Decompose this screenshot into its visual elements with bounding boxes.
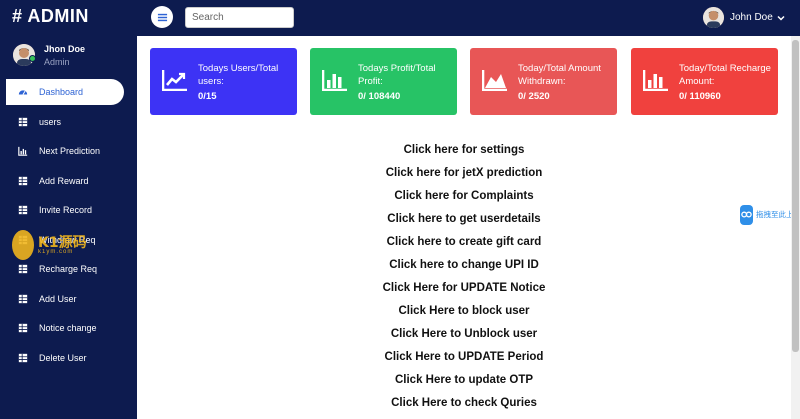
sidebar-item-next-prediction[interactable]: Next Prediction (0, 138, 137, 164)
bar-chart-icon (321, 69, 348, 92)
sidebar-item-label: Add Reward (39, 175, 89, 186)
quick-link[interactable]: Click Here to check Quries (137, 397, 791, 409)
search-input[interactable] (185, 7, 294, 28)
profile-name: Jhon Doe (44, 44, 86, 54)
sidebar-item-label: Delete User (39, 352, 87, 363)
sidebar-item-label: Dashboard (39, 87, 84, 97)
quick-link[interactable]: Click Here to update OTP (137, 374, 791, 386)
table-icon (18, 176, 28, 186)
stat-card-title: Today/Total Recharge Amount: (679, 63, 771, 87)
sidebar-item-delete-user[interactable]: Delete User (0, 345, 137, 371)
table-icon (18, 353, 28, 363)
hamburger-icon (157, 13, 167, 21)
quick-link[interactable]: Click Here to block user (137, 305, 791, 317)
stat-card-title: Todays Users/Total users: (198, 63, 279, 87)
sidebar-item-notice-change[interactable]: Notice change (0, 315, 137, 341)
sidebar-item-label: Invite Record (39, 205, 93, 215)
menu-toggle-button[interactable] (151, 6, 173, 28)
user-menu[interactable]: John Doe (703, 7, 785, 28)
chevron-down-icon (777, 15, 785, 21)
brand-logo[interactable]: # ADMIN (12, 6, 89, 27)
sidebar-item-label: Recharge Req (39, 264, 98, 274)
table-icon (18, 235, 28, 245)
table-icon (18, 205, 28, 215)
sidebar-item-recharge-req[interactable]: Recharge Req (0, 256, 137, 282)
sidebar-item-label: Withdraw Req (39, 234, 96, 245)
stat-card-value: 0/ 108440 (358, 91, 401, 102)
sidebar-item-dashboard[interactable]: Dashboard (6, 79, 124, 105)
stat-card: Today/Total Amount Withdrawn: 0/ 2520 (470, 48, 617, 115)
sidebar: Jhon Doe Admin Dashboard users Next Predic… (0, 36, 137, 419)
sidebar-item-add-user[interactable]: Add User (0, 286, 137, 312)
stat-card-value: 0/ 110960 (679, 91, 721, 102)
table-icon (18, 264, 28, 274)
quick-link[interactable]: Click here for settings (137, 144, 791, 156)
quick-link[interactable]: Click here for Complaints (137, 190, 791, 202)
sidebar-item-label: users (39, 116, 62, 127)
sidebar-item-label: Next Prediction (39, 146, 101, 156)
scrollbar[interactable] (791, 36, 800, 419)
stat-card-title: Todays Profit/Total Profit: (358, 63, 436, 87)
sidebar-item-users[interactable]: users (0, 109, 137, 135)
stat-card-value: 0/15 (198, 91, 217, 102)
cloud-icon (740, 204, 753, 225)
quick-link[interactable]: Click Here to Unblock user (137, 328, 791, 340)
top-bar: # ADMIN John Doe (0, 0, 800, 36)
bar-chart-icon (642, 69, 669, 92)
stat-card-title: Today/Total Amount Withdrawn: (518, 63, 601, 87)
quick-link[interactable]: Click here to get userdetails (137, 213, 791, 225)
stat-card: Todays Users/Total users: 0/15 (150, 48, 297, 115)
user-name: John Doe (730, 12, 773, 23)
line-chart-icon (161, 69, 188, 92)
table-icon (18, 294, 28, 304)
stat-card: Today/Total Recharge Amount: 0/ 110960 (631, 48, 778, 115)
scrollbar-thumb[interactable] (792, 40, 799, 352)
sidebar-item-add-reward[interactable]: Add Reward (0, 168, 137, 194)
profile-role: Admin (44, 57, 70, 67)
dashboard-icon (18, 87, 28, 97)
table-icon (18, 323, 28, 333)
bar-chart-icon (18, 146, 28, 156)
stat-card-value: 0/ 2520 (518, 91, 550, 102)
area-chart-icon (481, 69, 508, 92)
sidebar-item-withdraw-req[interactable]: Withdraw Req (0, 227, 137, 253)
quick-link[interactable]: Click here for jetX prediction (137, 167, 791, 179)
quick-link[interactable]: Click Here for UPDATE Notice (137, 282, 791, 294)
sidebar-item-invite-record[interactable]: Invite Record (0, 197, 137, 223)
quick-link[interactable]: Click here to change UPI ID (137, 259, 791, 271)
sidebar-item-label: Add User (39, 293, 77, 304)
table-icon (18, 117, 28, 127)
stat-card: Todays Profit/Total Profit: 0/ 108440 (310, 48, 457, 115)
avatar (703, 7, 724, 28)
sidebar-profile: Jhon Doe Admin (13, 44, 85, 67)
quick-link[interactable]: Click Here to UPDATE Period (137, 351, 791, 363)
sidebar-item-label: Notice change (39, 323, 97, 333)
online-status-dot (29, 55, 36, 62)
quick-link[interactable]: Click here to create gift card (137, 236, 791, 248)
